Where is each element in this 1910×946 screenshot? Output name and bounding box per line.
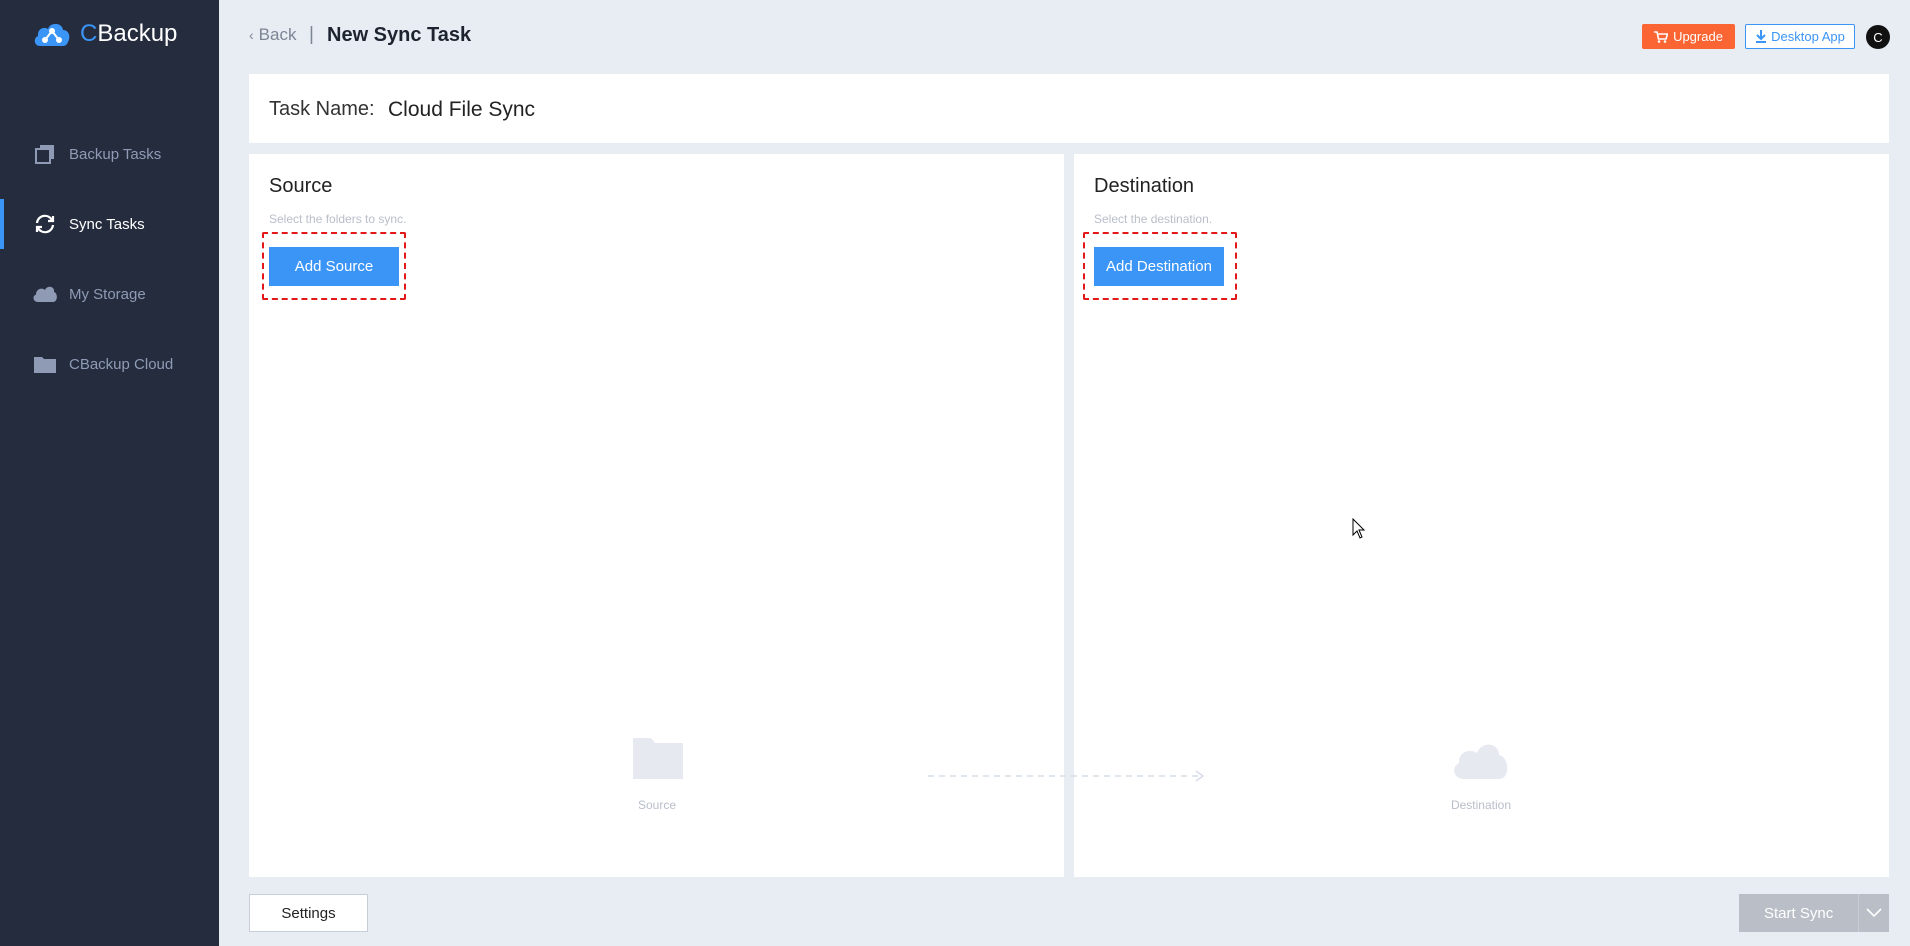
page-title: New Sync Task [327,24,472,46]
cloud-icon [31,282,59,306]
sidebar-item-label: CBackup Cloud [69,355,174,373]
sidebar-item-cbackup-cloud[interactable]: CBackup Cloud [0,339,219,389]
chevron-down-icon[interactable] [1858,894,1889,932]
avatar[interactable]: C [1866,25,1890,49]
start-sync-label: Start Sync [1764,904,1834,922]
chevron-left-icon: ‹ [249,27,254,43]
start-sync-button[interactable]: Start Sync [1739,894,1889,932]
destination-title: Destination [1094,175,1195,197]
sync-icon [31,212,59,236]
mouse-cursor-icon [1352,518,1366,539]
back-link[interactable]: ‹ Back [249,25,296,45]
header-separator: | [309,24,314,45]
app-logo[interactable]: CBackup [32,18,177,50]
cloud-placeholder-icon [1454,744,1508,779]
sidebar-item-backup-tasks[interactable]: Backup Tasks [0,129,219,179]
sidebar-item-label: Backup Tasks [69,145,162,163]
cart-icon [1654,30,1669,43]
source-hint: Select the folders to sync. [269,212,407,226]
sidebar-item-label: Sync Tasks [69,215,145,233]
sidebar-item-my-storage[interactable]: My Storage [0,269,219,319]
add-source-button[interactable]: Add Source [269,247,399,286]
source-panel: Source Select the folders to sync. Add S… [249,154,1064,877]
sidebar-item-sync-tasks[interactable]: Sync Tasks [0,199,219,249]
add-destination-button[interactable]: Add Destination [1094,247,1224,286]
sidebar: CBackup Backup Tasks Sync Tasks My Stora… [0,0,219,946]
desktop-app-button[interactable]: Desktop App [1745,24,1855,49]
source-title: Source [269,175,333,197]
destination-placeholder-label: Destination [1450,798,1512,812]
task-name-bar: Task Name: Cloud File Sync [249,74,1889,143]
upgrade-button[interactable]: Upgrade [1642,24,1735,49]
destination-panel: Destination Select the destination. Add … [1074,154,1889,877]
backup-tasks-icon [31,142,59,166]
cbackup-logo-icon [34,23,70,46]
source-placeholder-label: Source [637,798,677,812]
destination-hint: Select the destination. [1094,212,1213,226]
dashed-arrow-icon [928,770,1205,782]
logo-text: CBackup [80,20,178,47]
folder-placeholder-icon [633,738,683,779]
sidebar-item-label: My Storage [69,285,146,303]
folder-icon [31,352,59,376]
desktop-app-label: Desktop App [1771,29,1845,44]
upgrade-label: Upgrade [1673,29,1723,44]
download-icon [1756,30,1767,43]
task-name-field[interactable]: Cloud File Sync [388,98,535,122]
task-name-label: Task Name: [269,98,375,120]
settings-button[interactable]: Settings [249,894,368,932]
back-label: Back [258,25,297,44]
